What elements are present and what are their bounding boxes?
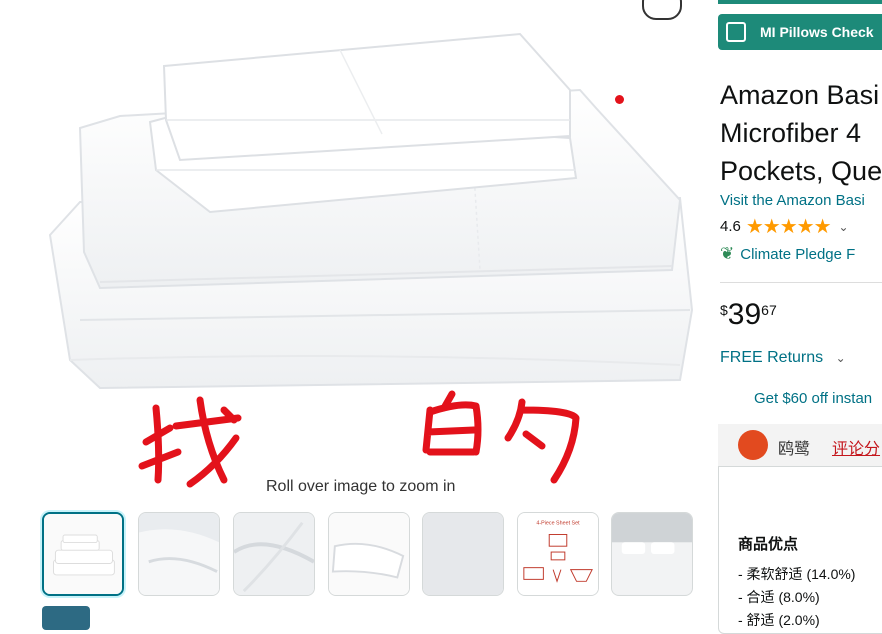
returns-label: FREE Returns [720,349,824,366]
rating-value: 4.6 [720,218,741,235]
thumbnail-pillowcase-closeup[interactable] [138,512,220,596]
title-line-2: Microfiber 4 [720,118,862,148]
thumbnail-sheet-set-stack[interactable] [42,512,124,596]
share-icon[interactable] [642,0,682,20]
pros-item: - 合适 (8.0%) [738,589,820,605]
main-product-image[interactable] [40,20,700,410]
extension-bar-edge [718,0,882,4]
climate-pledge-badge[interactable]: ❦ Climate Pledge F [720,244,855,264]
price-whole: 39 [727,298,762,331]
chevron-down-icon[interactable]: ⌄ [839,220,849,234]
pros-title: 商品优点 [738,536,799,553]
thumbnail-fabric-swatch[interactable] [422,512,504,596]
panel-logo-name: 鸥鹭 [778,441,811,458]
price: $3967 [720,298,777,332]
thumbnail-4-piece-diagram[interactable]: 4-Piece Sheet Set [517,512,599,596]
climate-pledge-icon: ❦ [720,244,735,263]
title-line-3: Pockets, Que [720,156,882,186]
thumbnail-bed-in-room[interactable] [611,512,693,596]
divider [720,282,882,283]
rating-row[interactable]: 4.6 ★★★★★ ⌄ [720,214,849,239]
price-fraction: 67 [761,302,777,318]
free-returns-link[interactable]: FREE Returns ⌄ [720,349,846,367]
thumbnail-sheet-texture[interactable] [233,512,315,596]
title-line-1: Amazon Basi [720,80,880,110]
tab-review-analysis[interactable]: 评论分 [832,435,880,459]
store-link[interactable]: Visit the Amazon Basi [720,192,865,209]
star-icon: ★★★★★ [745,216,832,238]
pillows-check-label: MI Pillows Check [760,24,874,40]
checkbox-icon [726,22,746,42]
pillows-check-button[interactable]: MI Pillows Check [718,14,882,50]
ouLu-logo-icon [738,430,768,460]
card-offer-link[interactable]: Get $60 off instan [754,390,872,407]
thumbnail-pillow-side[interactable] [328,512,410,596]
video-thumbnail[interactable] [42,606,90,630]
price-symbol: $ [720,302,728,318]
thumb-diagram-title: 4-Piece Sheet Set [536,521,580,527]
product-title: Amazon Basi Microfiber 4 Pockets, Que [720,76,882,190]
pros-item: - 柔软舒适 (14.0%) [738,566,856,582]
climate-pledge-label: Climate Pledge F [740,245,856,263]
pros-item: - 舒适 (2.0%) [738,612,820,628]
annotation-dot [615,95,624,104]
zoom-hint-text: Roll over image to zoom in [266,478,456,495]
chevron-down-icon: ⌄ [835,351,846,365]
